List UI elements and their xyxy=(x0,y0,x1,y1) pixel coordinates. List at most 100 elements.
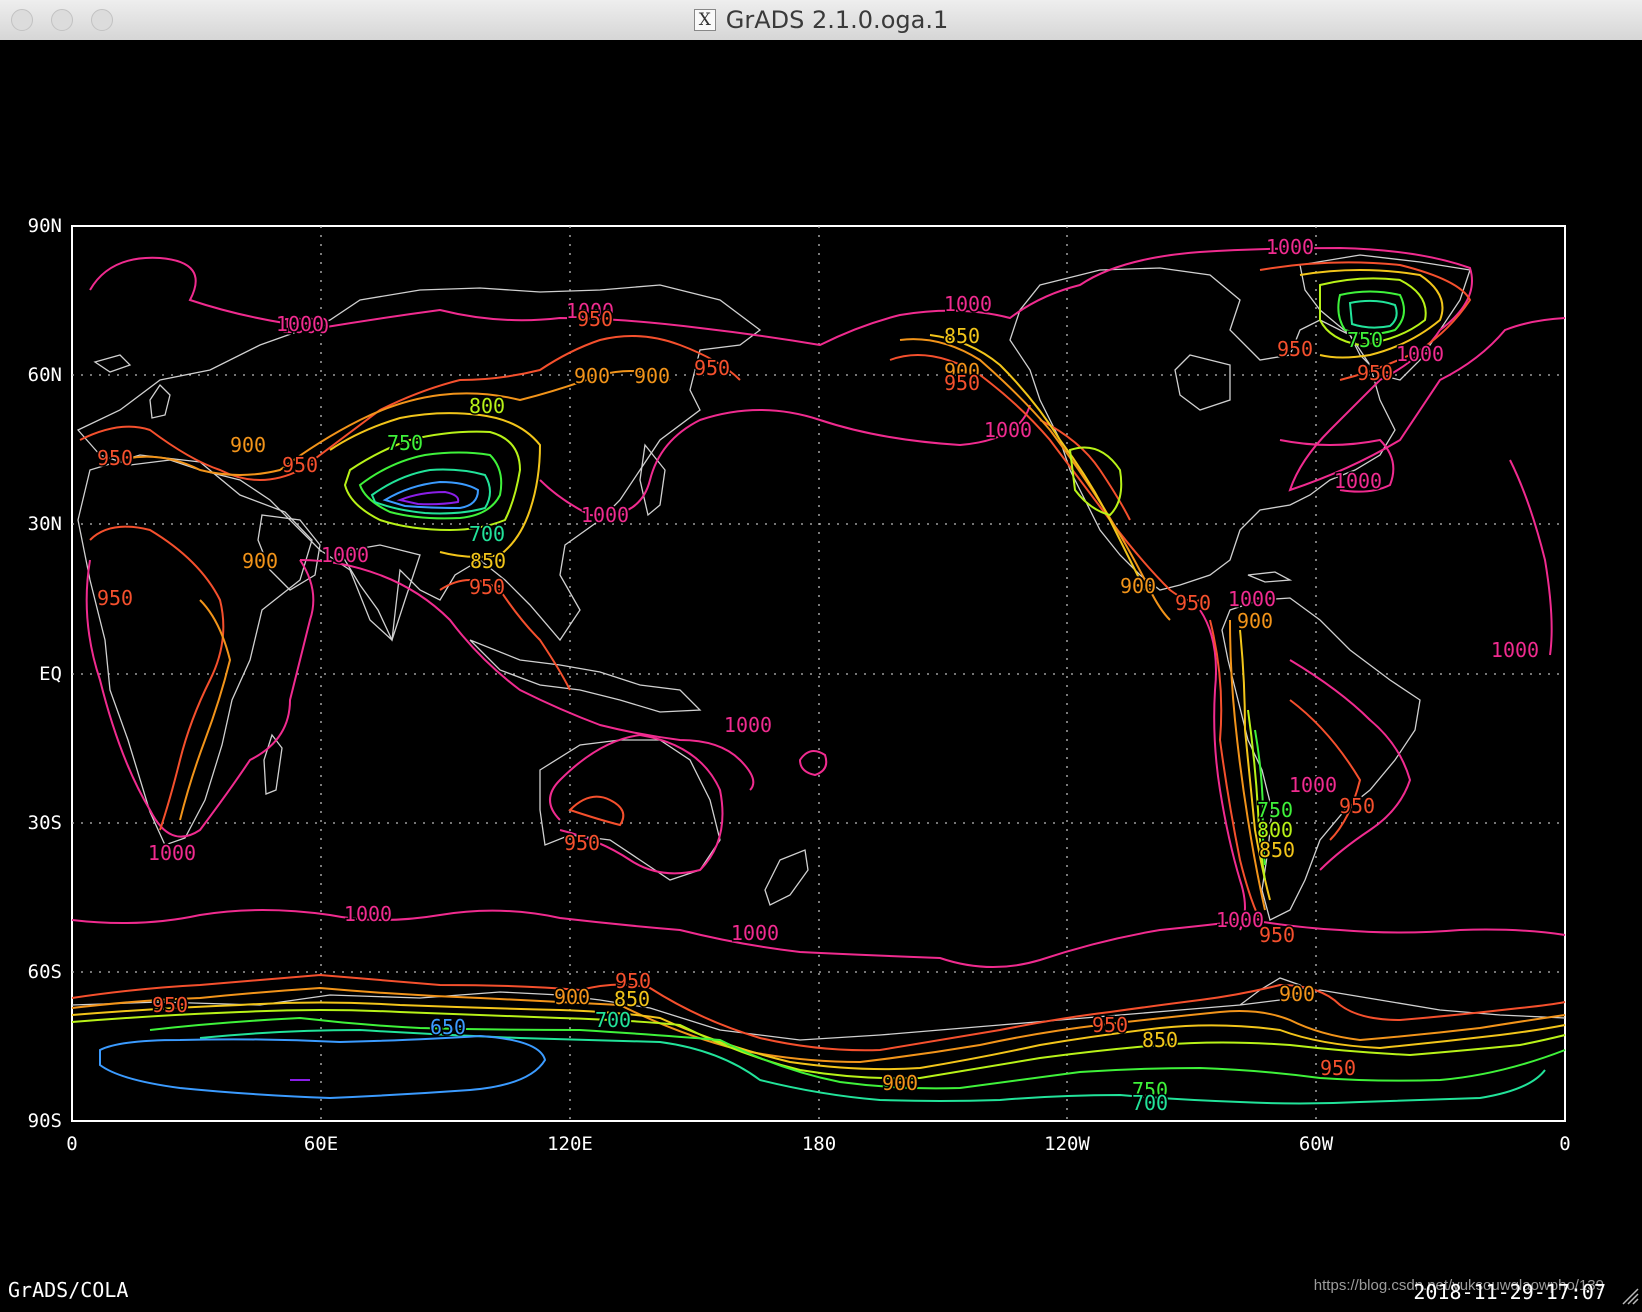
coast-antarctica xyxy=(71,989,1566,1041)
contour-label-group: 10009501000950900950750800900 900 95010007… xyxy=(95,234,1540,1117)
contour-label: 1000 xyxy=(1396,342,1444,366)
contour-label: 900 xyxy=(242,549,278,573)
window-titlebar: X GrADS 2.1.0.oga.1 xyxy=(0,0,1642,41)
contour-label: 850 xyxy=(1142,1028,1178,1052)
contour-label: 950 xyxy=(152,993,188,1017)
contour-label: 1000 xyxy=(724,713,772,737)
grads-display[interactable]: 1000 950 1000 950 900 950 750 800 900 900 950 1000 7… xyxy=(0,40,1642,1308)
contour-label: 700 xyxy=(1132,1091,1168,1115)
contour-label: 1000 xyxy=(944,292,992,316)
contour-1000-tibet-outer xyxy=(539,404,1031,517)
lat-label: 30S xyxy=(28,812,62,834)
lon-label: 0 xyxy=(1559,1133,1570,1155)
contour-950-africa xyxy=(89,525,225,831)
contour-1000-eq-atlantic xyxy=(1509,459,1553,656)
contour-label: 900 xyxy=(1120,574,1156,598)
contour-label: 950 xyxy=(1175,591,1211,615)
coast-north-america xyxy=(1009,267,1396,591)
contour-label: 1000 xyxy=(148,841,196,865)
contour-label: 950 xyxy=(1259,923,1295,947)
contour-1000-asia-south xyxy=(299,559,755,791)
contour-label: 1000 xyxy=(731,921,779,945)
lat-label: 60N xyxy=(28,364,62,386)
lat-label: 30N xyxy=(28,513,62,535)
contour-950-na-rockies xyxy=(889,354,1201,603)
contour-label: 1000 xyxy=(1266,235,1314,259)
lat-label: 60S xyxy=(28,961,62,983)
contour-label: 900 xyxy=(574,364,610,388)
coast-indonesia xyxy=(469,639,702,713)
coast-south-america xyxy=(1221,597,1421,921)
contour-label: 800 xyxy=(469,394,505,418)
contour-label: 1000 xyxy=(1334,469,1382,493)
contour-label: 950 xyxy=(577,307,613,331)
contour-label: 700 xyxy=(595,1008,631,1032)
contour-600-tibet xyxy=(396,490,460,506)
lon-label: 120W xyxy=(1044,1133,1090,1155)
plot-datestamp: 2018-11-29-17:07 xyxy=(1413,1280,1606,1304)
contour-label: 750 xyxy=(387,431,423,455)
contour-950-sa xyxy=(1289,699,1362,841)
lon-label: 0 xyxy=(66,1133,77,1155)
coast-hudson-bay xyxy=(1174,354,1231,411)
lon-label: 180 xyxy=(802,1133,836,1155)
contour-label: 950 xyxy=(282,453,318,477)
coast-japan xyxy=(639,443,666,517)
coastlines xyxy=(71,254,1566,1041)
lon-label: 60E xyxy=(304,1133,338,1155)
contour-label: 950 xyxy=(97,586,133,610)
contour-label: 950 xyxy=(1092,1013,1128,1037)
grads-cola-label: GrADS/COLA xyxy=(8,1278,129,1302)
contour-label: 1000 xyxy=(1289,773,1337,797)
coast-britain xyxy=(149,383,171,419)
contour-label: 1000 xyxy=(1228,587,1276,611)
contour-label: 900 xyxy=(634,364,670,388)
contour-label: 700 xyxy=(469,522,505,546)
lon-label: 120E xyxy=(547,1133,593,1155)
coast-newzealand xyxy=(764,849,809,906)
contour-label: 900 xyxy=(1237,609,1273,633)
contour-650-antarctic xyxy=(99,1034,547,1100)
contour-label: 1000 xyxy=(1216,908,1264,932)
contour-800-na xyxy=(1068,446,1123,517)
lat-label: EQ xyxy=(39,663,62,685)
contour-label: 950 xyxy=(97,446,133,470)
contour-1000-pacific-island xyxy=(798,750,828,777)
contour-label: 950 xyxy=(564,831,600,855)
lon-label: 60W xyxy=(1299,1133,1334,1155)
contour-label: 950 xyxy=(694,356,730,380)
coast-cuba xyxy=(1247,571,1293,583)
contour-label: 1000 xyxy=(344,902,392,926)
contour-label: 750 xyxy=(1347,328,1383,352)
contour-label: 950 xyxy=(1339,794,1375,818)
contour-label: 1000 xyxy=(321,543,369,567)
contour-1000-andes xyxy=(1199,609,1246,931)
contour-800-tibet xyxy=(343,430,522,532)
contour-label: 850 xyxy=(470,549,506,573)
contour-label: 1000 xyxy=(581,503,629,527)
contour-label: 1000 xyxy=(276,312,324,336)
window-title-group: X GrADS 2.1.0.oga.1 xyxy=(0,0,1642,40)
contour-lines xyxy=(71,246,1566,1105)
contour-label: 900 xyxy=(882,1071,918,1095)
contour-label: 650 xyxy=(430,1015,466,1039)
contour-label: 1000 xyxy=(984,418,1032,442)
contour-plot: 10009501000950900950750800900 900 95010007… xyxy=(28,215,1571,1155)
x11-app-icon: X xyxy=(693,9,716,31)
contour-label: 1000 xyxy=(1491,638,1539,662)
contour-label: 950 xyxy=(1277,337,1313,361)
coast-iceland xyxy=(93,354,132,373)
window-title: GrADS 2.1.0.oga.1 xyxy=(725,6,949,34)
contour-label: 850 xyxy=(944,324,980,348)
contour-label: 850 xyxy=(1259,838,1295,862)
resize-grip-icon[interactable] xyxy=(1617,1283,1639,1305)
contour-label: 900 xyxy=(230,433,266,457)
contour-950-australia xyxy=(568,795,625,827)
contour-label: 900 xyxy=(1279,982,1315,1006)
lat-label: 90N xyxy=(28,215,62,237)
axis-labels: 90N 60N 30N EQ 30S 60S 90S 0 60E 120E 18… xyxy=(28,215,1571,1155)
contour-label: 950 xyxy=(944,371,980,395)
contour-label: 950 xyxy=(1357,361,1393,385)
contour-label: 950 xyxy=(469,575,505,599)
contour-label: 950 xyxy=(1320,1056,1356,1080)
